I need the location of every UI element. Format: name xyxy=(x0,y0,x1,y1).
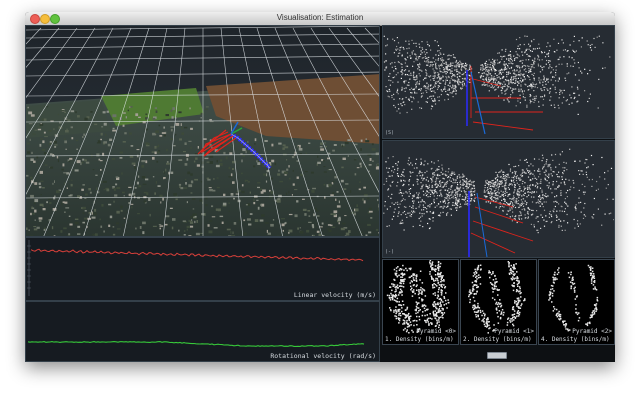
app-window: Visualisation: Estimation Linear velocit… xyxy=(25,12,615,362)
pyramid-1-caption: 2. Density (bins/m) xyxy=(463,336,532,343)
pyramid-view-2[interactable]: Pyramid <2> 4. Density (bins/m) xyxy=(538,259,615,345)
depth-view-top[interactable]: (S) xyxy=(382,25,615,139)
pyramid-0-caption: 1. Density (bins/m) xyxy=(385,336,454,343)
status-toggle-button[interactable] xyxy=(487,352,507,359)
aerial-scene xyxy=(26,26,379,236)
rotational-velocity-series xyxy=(27,341,365,347)
point-cloud-bottom xyxy=(383,141,614,257)
pyramid-0-title: Pyramid <0> xyxy=(416,328,456,335)
aerial-3d-view[interactable] xyxy=(25,25,380,237)
linear-velocity-series xyxy=(30,248,364,262)
pyramid-2-title: Pyramid <2> xyxy=(572,328,612,335)
title-bar[interactable]: Visualisation: Estimation xyxy=(25,12,615,26)
window-title: Visualisation: Estimation xyxy=(276,13,364,22)
rotational-velocity-label: Rotational velocity (rad/s) xyxy=(270,352,376,360)
rotational-velocity-plot[interactable]: Rotational velocity (rad/s) xyxy=(25,301,380,362)
depth-view-bottom[interactable]: (-) xyxy=(382,140,615,258)
bottom-view-corner-label: (-) xyxy=(385,249,395,255)
linear-velocity-label: Linear velocity (m/s) xyxy=(293,291,376,299)
pyramid-view-0[interactable]: Pyramid <0> 1. Density (bins/m) xyxy=(382,259,459,345)
linear-velocity-plot[interactable]: Linear velocity (m/s) xyxy=(25,237,380,301)
pyramid-2-caption: 4. Density (bins/m) xyxy=(541,336,610,343)
point-cloud-top xyxy=(383,26,614,138)
top-view-corner-label: (S) xyxy=(385,130,395,136)
pyramid-view-1[interactable]: Pyramid <1> 2. Density (bins/m) xyxy=(460,259,537,345)
pyramid-1-title: Pyramid <1> xyxy=(494,328,534,335)
